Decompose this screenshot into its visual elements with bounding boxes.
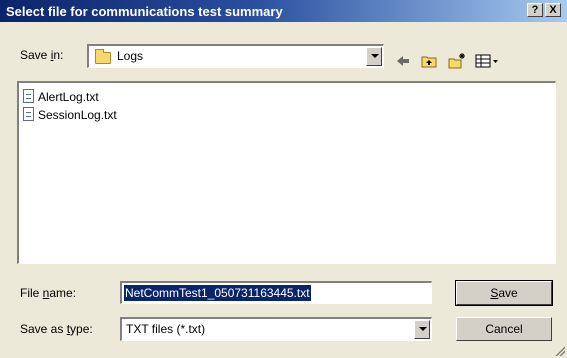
title-bar: Select file for communications test summ… — [0, 0, 567, 22]
help-button[interactable]: ? — [527, 3, 543, 17]
save-in-value: Logs — [117, 49, 144, 63]
new-folder-icon[interactable] — [448, 52, 466, 70]
folder-icon — [95, 49, 111, 64]
chevron-down-icon[interactable] — [366, 47, 382, 66]
file-name-label: SessionLog.txt — [38, 108, 117, 122]
window-title: Select file for communications test summ… — [6, 4, 283, 19]
file-name-value: NetCommTest1_050731163445.txt — [124, 285, 311, 301]
save-as-type-label: Save as type: — [20, 322, 93, 336]
save-as-type-value: TXT files (*.txt) — [126, 322, 206, 336]
text-document-icon — [23, 89, 34, 103]
save-in-label-post: n: — [53, 48, 64, 62]
chevron-down-icon[interactable] — [414, 320, 430, 339]
close-button[interactable]: X — [545, 3, 561, 17]
cancel-button[interactable]: Cancel — [456, 317, 552, 341]
save-as-type-label-post: ype: — [70, 322, 93, 336]
file-name-label-pre: File — [20, 286, 43, 300]
file-name-input[interactable]: NetCommTest1_050731163445.txt — [120, 281, 432, 304]
back-arrow-icon[interactable] — [394, 52, 412, 70]
save-in-label-pre: Save — [20, 48, 51, 62]
file-name-label: File name: — [20, 286, 76, 300]
save-as-type-label-pre: Save as — [20, 322, 67, 336]
save-as-type-dropdown[interactable]: TXT files (*.txt) — [120, 317, 432, 341]
resize-grip[interactable] — [553, 344, 565, 356]
text-document-icon — [23, 107, 34, 121]
up-folder-icon[interactable] — [420, 52, 438, 70]
save-in-label: Save in: — [20, 48, 63, 62]
file-name-label: AlertLog.txt — [38, 90, 99, 104]
file-list[interactable]: AlertLog.txt SessionLog.txt — [17, 81, 556, 264]
save-button[interactable]: Save — [455, 280, 553, 306]
save-in-dropdown[interactable]: Logs — [87, 44, 384, 68]
view-menu-icon[interactable] — [474, 52, 500, 70]
file-name-label-post: ame: — [49, 286, 77, 300]
save-button-label: ave — [498, 286, 518, 300]
